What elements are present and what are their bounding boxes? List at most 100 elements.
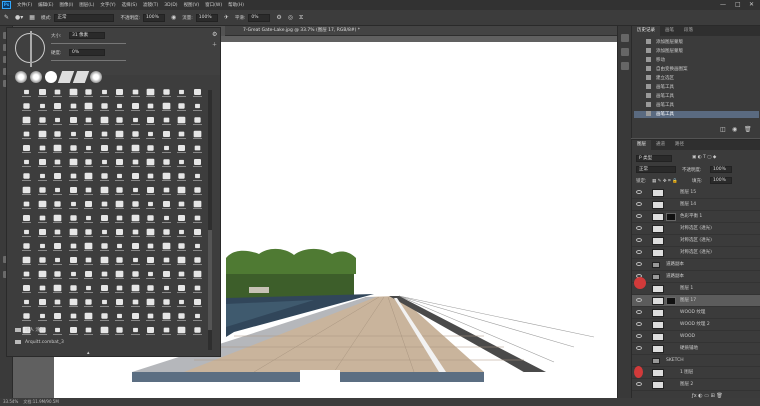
brush-preset-thumbnail[interactable] bbox=[98, 284, 112, 297]
fill-field[interactable]: 100% bbox=[710, 177, 732, 184]
tab-history[interactable]: 历史记录 bbox=[632, 26, 660, 36]
history-item[interactable]: 添加图层蒙版 bbox=[634, 39, 759, 46]
brush-preset-thumbnail[interactable] bbox=[82, 256, 96, 269]
tab-brush[interactable]: 画笔 bbox=[660, 26, 679, 36]
layer-mask-thumbnail[interactable] bbox=[666, 297, 676, 305]
brush-preset-thumbnail[interactable] bbox=[175, 284, 189, 297]
brush-preset-thumbnail[interactable] bbox=[20, 172, 34, 185]
menu-type[interactable]: 文字(Y) bbox=[100, 2, 115, 8]
brush-preset-thumbnail[interactable] bbox=[191, 200, 205, 213]
recent-brush-icon[interactable] bbox=[15, 71, 27, 83]
brush-preset-thumbnail[interactable] bbox=[36, 200, 50, 213]
brush-preset-thumbnail[interactable] bbox=[175, 214, 189, 227]
layer-row[interactable]: 硬质铺地 bbox=[632, 343, 760, 355]
brush-tool-icon[interactable]: ✎ bbox=[4, 14, 9, 21]
trash-icon[interactable]: 🗑 bbox=[744, 126, 752, 133]
brush-preset-thumbnail[interactable] bbox=[36, 172, 50, 185]
layer-row[interactable]: 对称选区 (透光) bbox=[632, 223, 760, 235]
brush-preset-thumbnail[interactable] bbox=[51, 200, 65, 213]
brush-preset-thumbnail[interactable] bbox=[20, 228, 34, 241]
brush-preset-thumbnail[interactable] bbox=[67, 102, 81, 115]
layer-row[interactable]: 对称选区 (透光) bbox=[632, 235, 760, 247]
brush-preset-thumbnail[interactable] bbox=[67, 214, 81, 227]
eye-icon[interactable] bbox=[636, 262, 642, 266]
brush-preset-thumbnail[interactable] bbox=[175, 242, 189, 255]
close-icon[interactable]: ✕ bbox=[749, 1, 754, 8]
brush-preset-thumbnail[interactable] bbox=[129, 256, 143, 269]
brush-preset-picker-icon[interactable]: ●▾ bbox=[15, 14, 23, 21]
brush-preset-thumbnail[interactable] bbox=[36, 158, 50, 171]
brush-preset-thumbnail[interactable] bbox=[36, 256, 50, 269]
eye-icon[interactable] bbox=[636, 238, 642, 242]
menu-edit[interactable]: 编辑(E) bbox=[38, 2, 53, 8]
brush-preset-thumbnail[interactable] bbox=[98, 102, 112, 115]
brush-preset-thumbnail[interactable] bbox=[160, 130, 174, 143]
brush-preset-thumbnail[interactable] bbox=[67, 256, 81, 269]
brush-preset-thumbnail[interactable] bbox=[175, 256, 189, 269]
brush-preset-thumbnail[interactable] bbox=[51, 214, 65, 227]
brush-preset-thumbnail[interactable] bbox=[98, 312, 112, 325]
layer-filter-select[interactable]: P 类型 bbox=[636, 155, 672, 162]
brush-preset-thumbnail[interactable] bbox=[36, 242, 50, 255]
layer-row[interactable]: WOOD 纹理 bbox=[632, 307, 760, 319]
brush-preset-thumbnail[interactable] bbox=[113, 270, 127, 283]
history-item[interactable]: 自由变换画图案 bbox=[634, 66, 759, 73]
brush-preset-thumbnail[interactable] bbox=[144, 200, 158, 213]
menu-select[interactable]: 选择(S) bbox=[122, 2, 137, 8]
brush-preset-thumbnail[interactable] bbox=[129, 130, 143, 143]
brush-preset-thumbnail[interactable] bbox=[191, 130, 205, 143]
brush-preset-thumbnail[interactable] bbox=[129, 144, 143, 157]
brush-preset-thumbnail[interactable] bbox=[20, 186, 34, 199]
brush-preset-thumbnail[interactable] bbox=[160, 284, 174, 297]
brush-preset-thumbnail[interactable] bbox=[51, 88, 65, 101]
pressure-opacity-icon[interactable]: ◉ bbox=[171, 14, 176, 21]
brush-preset-thumbnail[interactable] bbox=[82, 130, 96, 143]
brush-preset-thumbnail[interactable] bbox=[20, 200, 34, 213]
layer-group-row[interactable]: 道路副本 bbox=[632, 271, 760, 283]
brush-preset-thumbnail[interactable] bbox=[144, 228, 158, 241]
brush-preset-thumbnail[interactable] bbox=[129, 270, 143, 283]
brush-preset-thumbnail[interactable] bbox=[82, 284, 96, 297]
recent-brush-icon[interactable] bbox=[45, 71, 57, 83]
brush-preset-thumbnail[interactable] bbox=[129, 200, 143, 213]
recent-brush-icon[interactable] bbox=[30, 71, 42, 83]
history-item[interactable]: 移动 bbox=[634, 57, 759, 64]
tab-channels[interactable]: 通道 bbox=[651, 140, 670, 150]
mode-select[interactable]: 正常 bbox=[54, 13, 115, 22]
brush-preset-thumbnail[interactable] bbox=[20, 284, 34, 297]
brush-preset-thumbnail[interactable] bbox=[51, 116, 65, 129]
brush-preset-thumbnail[interactable] bbox=[160, 298, 174, 311]
brush-preset-thumbnail[interactable] bbox=[82, 200, 96, 213]
brush-preset-thumbnail[interactable] bbox=[36, 284, 50, 297]
brush-preset-thumbnail[interactable] bbox=[98, 88, 112, 101]
brush-preset-thumbnail[interactable] bbox=[129, 242, 143, 255]
brush-preset-thumbnail[interactable] bbox=[36, 130, 50, 143]
size-field[interactable]: 31 像素 bbox=[69, 32, 105, 39]
gear-icon[interactable]: ⚙ bbox=[276, 14, 281, 21]
brush-preset-thumbnail[interactable] bbox=[175, 228, 189, 241]
brush-preset-thumbnail[interactable] bbox=[51, 298, 65, 311]
brush-preset-thumbnail[interactable] bbox=[51, 144, 65, 157]
eye-icon[interactable] bbox=[636, 250, 642, 254]
brush-preset-thumbnail[interactable] bbox=[144, 102, 158, 115]
brush-preset-thumbnail[interactable] bbox=[20, 214, 34, 227]
brush-preset-thumbnail[interactable] bbox=[98, 298, 112, 311]
brush-preset-thumbnail[interactable] bbox=[144, 116, 158, 129]
brush-preset-thumbnail[interactable] bbox=[67, 144, 81, 157]
brush-preset-thumbnail[interactable] bbox=[144, 270, 158, 283]
brush-preset-thumbnail[interactable] bbox=[67, 270, 81, 283]
brush-preset-thumbnail[interactable] bbox=[67, 158, 81, 171]
brush-preset-thumbnail[interactable] bbox=[129, 284, 143, 297]
brush-preset-thumbnail[interactable] bbox=[129, 158, 143, 171]
brush-angle-control[interactable] bbox=[15, 31, 45, 67]
brush-preset-thumbnail[interactable] bbox=[67, 172, 81, 185]
brush-preset-thumbnail[interactable] bbox=[191, 88, 205, 101]
history-item[interactable]: 建立选区 bbox=[634, 75, 759, 82]
history-item-selected[interactable]: 画笔工具 bbox=[634, 111, 759, 118]
brush-preset-thumbnail[interactable] bbox=[20, 116, 34, 129]
brush-preset-thumbnail[interactable] bbox=[98, 158, 112, 171]
lock-icons[interactable]: ▦ ✎ ✥ ⌗ 🔒 bbox=[652, 178, 678, 184]
new-preset-icon[interactable]: ＋ bbox=[212, 41, 217, 48]
eye-icon[interactable] bbox=[636, 190, 642, 194]
brush-preset-thumbnail[interactable] bbox=[82, 88, 96, 101]
